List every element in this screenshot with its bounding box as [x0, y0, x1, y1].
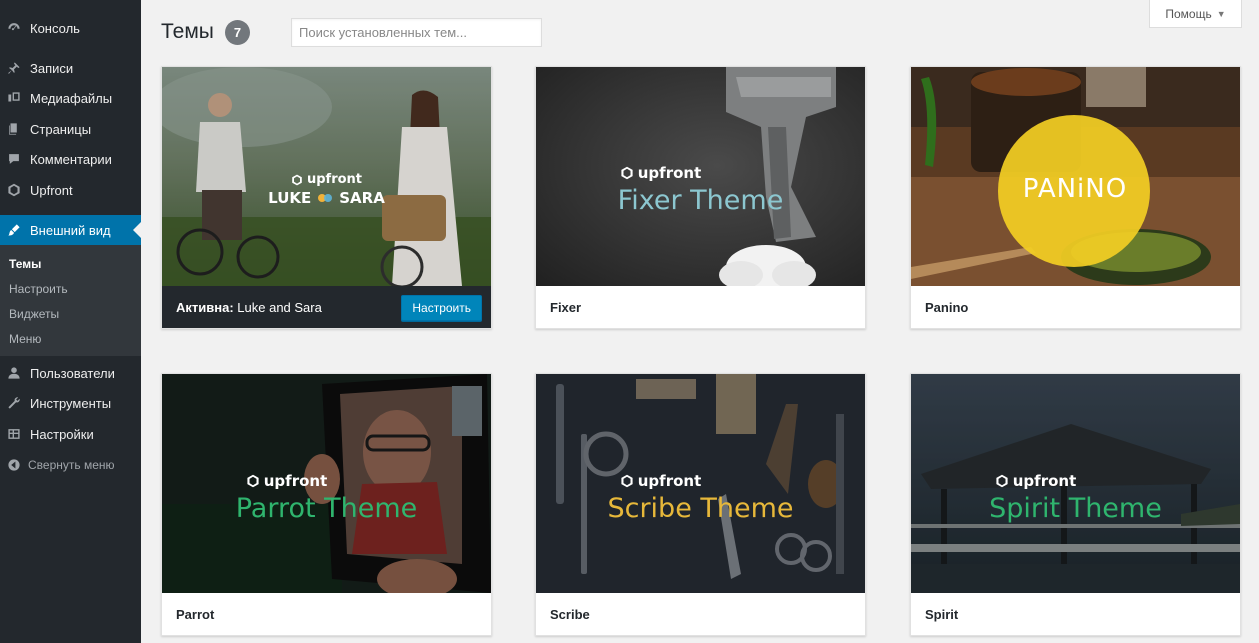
menu-label: Настройки	[30, 426, 94, 442]
chevron-down-icon: ▼	[1216, 8, 1226, 19]
theme-name: Parrot	[162, 593, 491, 635]
brand-label: upfront	[637, 164, 702, 182]
theme-screenshot[interactable]: upfront Spirit Theme	[911, 374, 1240, 593]
submenu-widgets[interactable]: Виджеты	[9, 307, 59, 321]
collapse-label: Свернуть меню	[28, 458, 115, 472]
theme-name: Spirit	[911, 593, 1240, 635]
settings-icon	[7, 427, 21, 441]
menu-posts[interactable]: Записи	[0, 53, 141, 83]
collapse-arrow-icon	[7, 458, 21, 472]
logo-right-word: SARA	[339, 189, 385, 207]
theme-name: Fixer	[536, 286, 865, 328]
active-prefix: Активна:	[176, 299, 234, 315]
theme-screenshot[interactable]: upfront Fixer Theme	[536, 67, 865, 286]
upfront-hex-icon	[7, 183, 21, 197]
theme-title: Fixer Theme	[617, 185, 784, 216]
upfront-brand: upfront	[162, 472, 491, 493]
page-title: Темы	[161, 20, 214, 43]
theme-card-panino[interactable]: PANiNO Panino	[910, 66, 1241, 329]
menu-appearance[interactable]: Внешний вид	[0, 215, 141, 245]
theme-title-art: PANiNO	[911, 174, 1240, 204]
help-label: Помощь	[1165, 6, 1212, 21]
brand-label: upfront	[1012, 472, 1077, 490]
theme-name-bar: Активна: Luke and Sara Настроить	[162, 286, 491, 328]
upfront-brand: upfront	[536, 164, 865, 185]
upfront-hex-icon	[996, 474, 1008, 488]
rings-icon	[318, 194, 333, 202]
upfront-brand: upfront	[911, 472, 1240, 493]
tools-icon	[7, 396, 21, 410]
admin-sidebar: Консоль Записи Медиафайлы Страницы Комме…	[0, 0, 141, 643]
menu-comments[interactable]: Комментарии	[0, 144, 141, 174]
menu-tools[interactable]: Инструменты	[0, 388, 141, 418]
upfront-hex-icon	[247, 474, 259, 488]
menu-label: Инструменты	[30, 395, 112, 411]
menu-label: Комментарии	[30, 151, 112, 167]
upfront-hex-icon	[621, 474, 633, 488]
theme-name: Luke and Sara	[237, 299, 322, 315]
theme-title-art: Scribe Theme	[536, 493, 865, 524]
theme-card-luke-and-sara[interactable]: upfront LUKE SARA Активна: Luke and Sara…	[161, 66, 492, 329]
theme-title: PANiNO	[1022, 174, 1128, 204]
brand-label: upfront	[637, 472, 702, 490]
luke-sara-logo: LUKE SARA	[162, 189, 491, 207]
theme-title: Spirit Theme	[989, 493, 1162, 524]
menu-dashboard[interactable]: Консоль	[0, 13, 141, 43]
theme-card-fixer[interactable]: upfront Fixer Theme Fixer	[535, 66, 866, 329]
menu-label: Записи	[30, 60, 74, 76]
upfront-brand: upfront	[162, 172, 491, 191]
theme-card-parrot[interactable]: upfront Parrot Theme Parrot	[161, 373, 492, 636]
customize-button[interactable]: Настроить	[401, 295, 482, 321]
upfront-hex-icon	[292, 174, 302, 185]
theme-card-spirit[interactable]: upfront Spirit Theme Spirit	[910, 373, 1241, 636]
theme-screenshot[interactable]: upfront Parrot Theme	[162, 374, 491, 593]
menu-label: Upfront	[30, 182, 73, 198]
theme-title-art: Spirit Theme	[911, 493, 1240, 524]
theme-count-badge: 7	[225, 20, 250, 45]
theme-title: Scribe Theme	[607, 493, 794, 524]
brand-label: upfront	[306, 172, 363, 187]
menu-label: Медиафайлы	[30, 90, 113, 106]
theme-screenshot[interactable]: upfront Scribe Theme	[536, 374, 865, 593]
comments-icon	[7, 152, 21, 166]
upfront-hex-icon	[621, 166, 633, 180]
search-themes-input[interactable]	[291, 18, 542, 47]
brand-label: upfront	[263, 472, 328, 490]
pages-icon	[7, 122, 21, 136]
theme-screenshot[interactable]: PANiNO	[911, 67, 1240, 286]
pin-icon	[7, 61, 21, 75]
theme-card-scribe[interactable]: upfront Scribe Theme Scribe	[535, 373, 866, 636]
dashboard-icon	[7, 21, 21, 35]
upfront-brand: upfront	[536, 472, 865, 493]
submenu-themes[interactable]: Темы	[9, 257, 41, 271]
menu-label: Консоль	[30, 20, 80, 36]
theme-title: Parrot Theme	[235, 493, 418, 524]
menu-settings[interactable]: Настройки	[0, 419, 141, 449]
theme-title-art: Parrot Theme	[162, 493, 491, 524]
users-icon	[7, 366, 21, 380]
help-tab-button[interactable]: Помощь ▼	[1149, 0, 1242, 28]
theme-name: Panino	[911, 286, 1240, 328]
appearance-icon	[7, 223, 21, 237]
logo-left-word: LUKE	[268, 189, 312, 207]
appearance-submenu: Темы Настроить Виджеты Меню	[0, 245, 141, 356]
menu-media[interactable]: Медиафайлы	[0, 83, 141, 113]
theme-title-art: Fixer Theme	[536, 185, 865, 216]
menu-users[interactable]: Пользователи	[0, 358, 141, 388]
media-icon	[7, 91, 21, 105]
menu-label: Пользователи	[30, 365, 115, 381]
menu-label: Страницы	[30, 121, 92, 137]
menu-upfront[interactable]: Upfront	[0, 175, 141, 205]
menu-label: Внешний вид	[30, 222, 111, 238]
collapse-menu-button[interactable]: Свернуть меню	[0, 454, 141, 476]
theme-name: Scribe	[536, 593, 865, 635]
theme-screenshot[interactable]: upfront LUKE SARA	[162, 67, 491, 286]
submenu-customize[interactable]: Настроить	[9, 282, 68, 296]
submenu-menus[interactable]: Меню	[9, 332, 41, 346]
menu-pages[interactable]: Страницы	[0, 114, 141, 144]
